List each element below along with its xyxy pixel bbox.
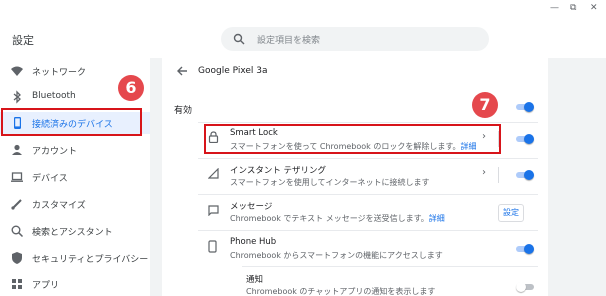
apps-icon (12, 279, 22, 289)
search-icon (233, 33, 245, 45)
signal-icon (208, 168, 219, 179)
sidebar-item-apps[interactable]: アプリ (0, 273, 150, 295)
sidebar-item-label: ネットワーク (32, 68, 87, 78)
laptop-icon (11, 172, 23, 182)
page-title: Google Pixel 3a (198, 66, 268, 76)
sidebar-item-personalization[interactable]: カスタマイズ (0, 193, 150, 215)
enabled-toggle[interactable] (516, 100, 534, 114)
minimize-icon[interactable]: — (550, 3, 559, 13)
sidebar-highlight-box (1, 108, 142, 136)
message-icon (208, 205, 219, 216)
messages-desc: Chromebook でテキスト メッセージを送受信します。詳細 (230, 214, 445, 223)
notifications-title: 通知 (246, 275, 264, 285)
sidebar-item-label: デバイス (32, 174, 68, 184)
search-placeholder: 設定項目を検索 (257, 36, 321, 46)
instant-tethering-chevron-icon[interactable]: › (482, 167, 486, 178)
sidebar-item-label: アプリ (32, 281, 60, 291)
smart-lock-highlight-box (204, 124, 501, 154)
app-title: 設定 (12, 34, 34, 47)
search-icon (11, 225, 24, 238)
instant-tethering-toggle[interactable] (516, 168, 534, 182)
sidebar-item-security-privacy[interactable]: セキュリティとプライバシー (0, 247, 150, 269)
notifications-desc: Chromebook のチャットアプリの通知を表示します (246, 287, 436, 296)
wifi-icon (11, 66, 23, 76)
brush-icon (11, 199, 22, 210)
sidebar-item-label: カスタマイズ (32, 201, 86, 211)
sidebar-item-device[interactable]: デバイス (0, 166, 150, 188)
phone-hub-toggle[interactable] (516, 242, 534, 256)
messages-title: メッセージ (230, 202, 273, 212)
close-icon[interactable]: ✕ (590, 3, 598, 13)
person-icon (12, 144, 22, 155)
shield-icon (12, 252, 22, 264)
window-titlebar: — ⧉ ✕ (0, 0, 606, 20)
step-7-badge: 7 (472, 92, 498, 118)
step-6-badge: 6 (118, 75, 144, 101)
sidebar-item-label: セキュリティとプライバシー (32, 255, 149, 265)
sidebar-item-label: アカウント (32, 147, 78, 157)
sidebar-item-label: Bluetooth (32, 91, 76, 101)
phone-hub-icon (208, 240, 217, 253)
smart-lock-toggle[interactable] (516, 132, 534, 146)
instant-tethering-title: インスタント テザリング (230, 166, 327, 176)
phone-hub-title: Phone Hub (230, 237, 277, 247)
bluetooth-icon (13, 90, 21, 104)
back-arrow-icon[interactable] (176, 65, 188, 77)
instant-tethering-desc: スマートフォンを使用してインターネットに接続します (230, 178, 430, 187)
sidebar-item-search-assistant[interactable]: 検索とアシスタント (0, 220, 150, 242)
sidebar-item-label: 検索とアシスタント (32, 228, 113, 238)
phone-hub-desc: Chromebook からスマートフォンの機能にアクセスします (230, 251, 443, 260)
enabled-label: 有効 (174, 106, 193, 116)
maximize-icon[interactable]: ⧉ (570, 3, 576, 13)
search-input[interactable]: 設定項目を検索 (221, 27, 489, 51)
messages-learn-more-link[interactable]: 詳細 (429, 214, 445, 223)
notifications-toggle[interactable] (516, 280, 534, 294)
app-header: 設定 設定項目を検索 (0, 20, 606, 58)
messages-settings-button[interactable]: 設定 (498, 204, 524, 222)
sidebar-item-accounts[interactable]: アカウント (0, 139, 150, 161)
